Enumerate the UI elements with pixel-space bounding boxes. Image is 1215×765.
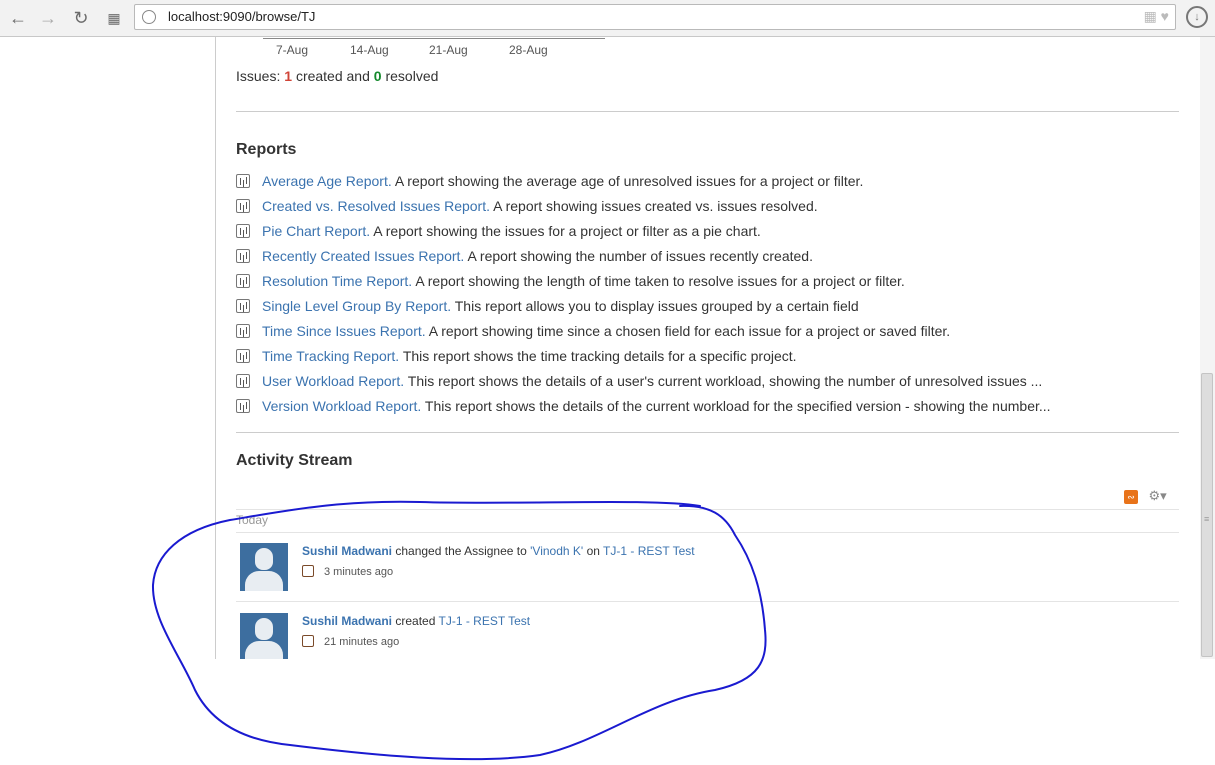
hand-drawn-annotation-circle — [151, 500, 767, 761]
